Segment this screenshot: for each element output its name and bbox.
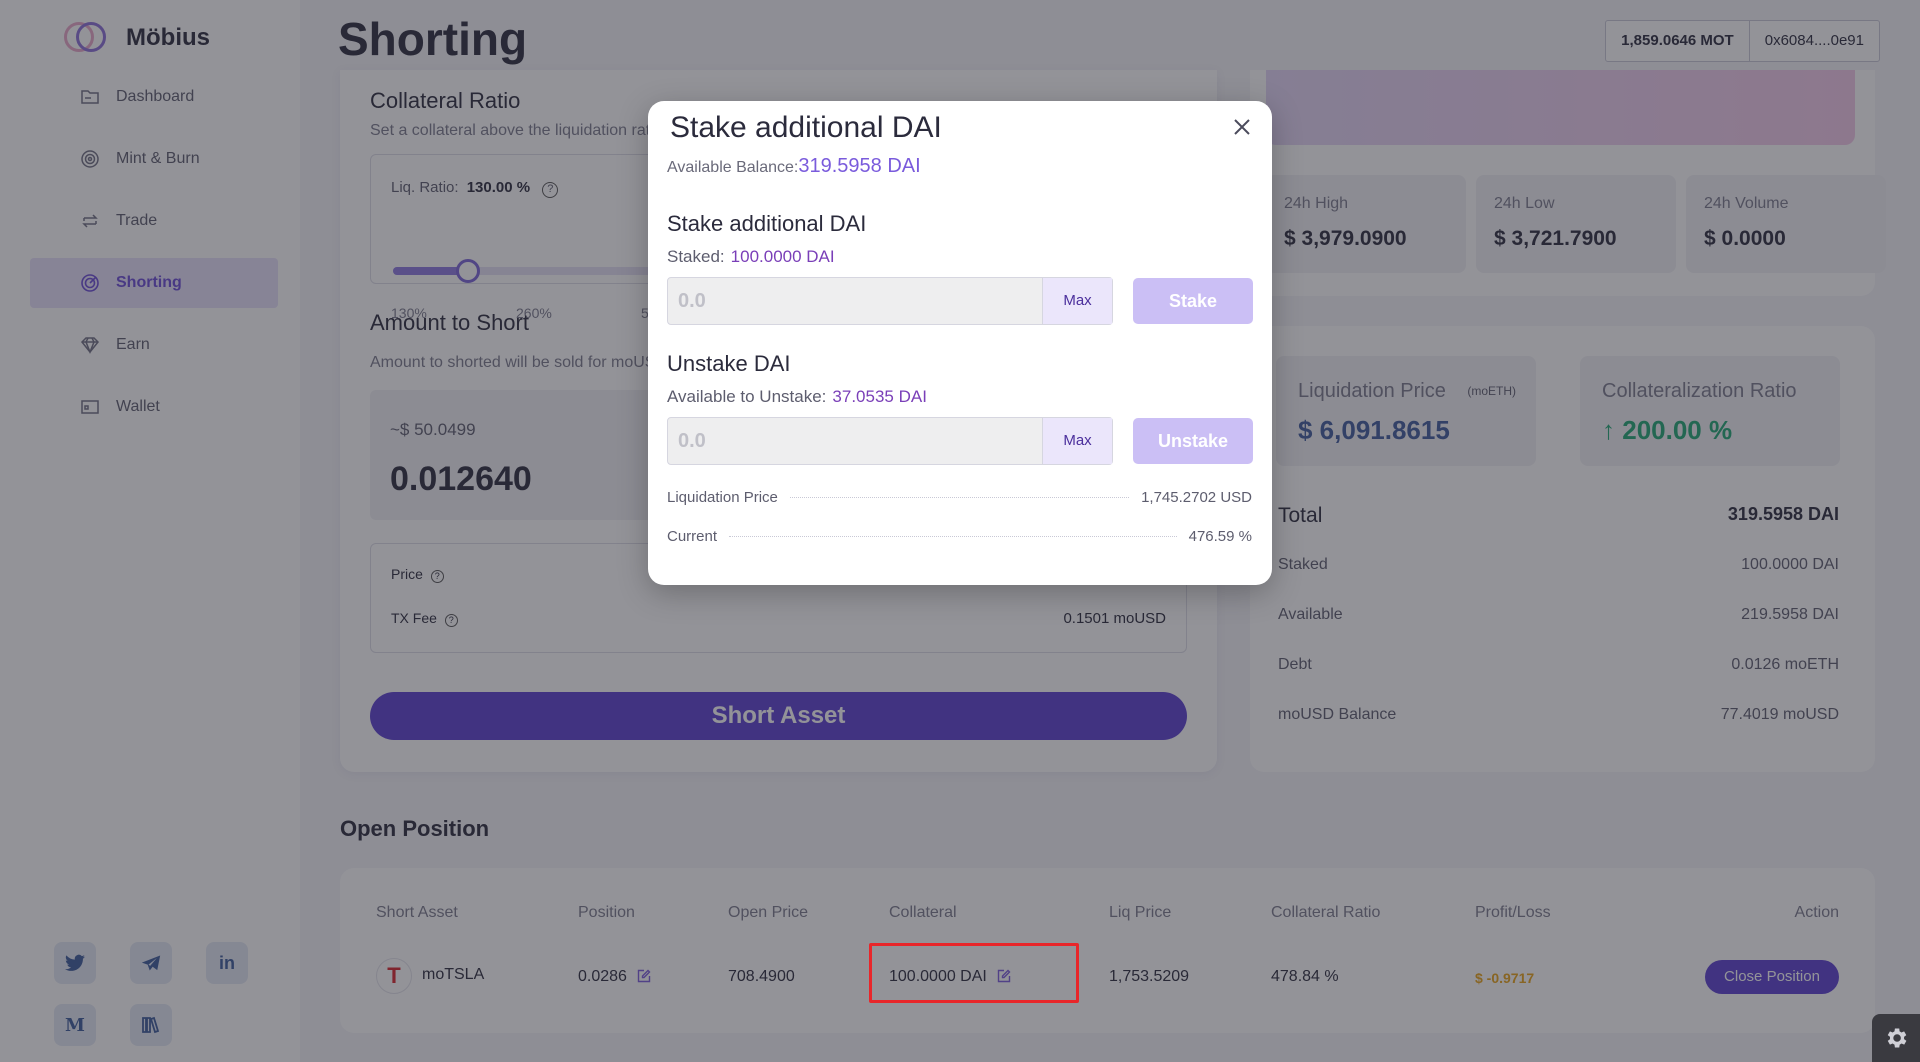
modal-current-row: Current 476.59 % bbox=[667, 528, 1252, 545]
available-balance-label: Available Balance: bbox=[667, 159, 799, 176]
available-balance: Available Balance:319.5958 DAI bbox=[667, 155, 921, 178]
dotted-divider bbox=[729, 536, 1177, 537]
stake-amount-input[interactable] bbox=[668, 278, 1042, 324]
stake-max-button[interactable]: Max bbox=[1042, 278, 1112, 324]
unstake-max-button[interactable]: Max bbox=[1042, 418, 1112, 464]
staked-label: Staked: bbox=[667, 247, 725, 266]
unstake-available-value: 37.0535 DAI bbox=[832, 387, 927, 406]
unstake-info: Available to Unstake: 37.0535 DAI bbox=[667, 387, 927, 407]
unstake-section-title: Unstake DAI bbox=[667, 351, 791, 376]
modal-current-label: Current bbox=[667, 528, 718, 545]
highlight-box bbox=[869, 943, 1079, 1003]
unstake-amount-input[interactable] bbox=[668, 418, 1042, 464]
modal-title: Stake additional DAI bbox=[670, 111, 942, 144]
staked-info: Staked: 100.0000 DAI bbox=[667, 247, 835, 267]
available-balance-value: 319.5958 DAI bbox=[798, 155, 921, 177]
close-icon[interactable] bbox=[1228, 113, 1256, 141]
unstake-input-group: Max bbox=[667, 417, 1113, 465]
stake-input-group: Max bbox=[667, 277, 1113, 325]
unstake-button[interactable]: Unstake bbox=[1133, 418, 1253, 464]
settings-gear-icon[interactable] bbox=[1872, 1014, 1920, 1062]
modal-current-value: 476.59 % bbox=[1188, 528, 1252, 545]
stake-button[interactable]: Stake bbox=[1133, 278, 1253, 324]
stake-dai-modal: Stake additional DAI Available Balance:3… bbox=[648, 101, 1272, 585]
modal-liq-price-row: Liquidation Price 1,745.2702 USD bbox=[667, 489, 1252, 506]
modal-liq-price-value: 1,745.2702 USD bbox=[1141, 489, 1252, 506]
staked-value: 100.0000 DAI bbox=[730, 247, 835, 266]
unstake-available-label: Available to Unstake: bbox=[667, 387, 827, 406]
modal-liq-price-label: Liquidation Price bbox=[667, 489, 778, 506]
dotted-divider bbox=[789, 497, 1130, 498]
stake-section-title: Stake additional DAI bbox=[667, 211, 867, 236]
